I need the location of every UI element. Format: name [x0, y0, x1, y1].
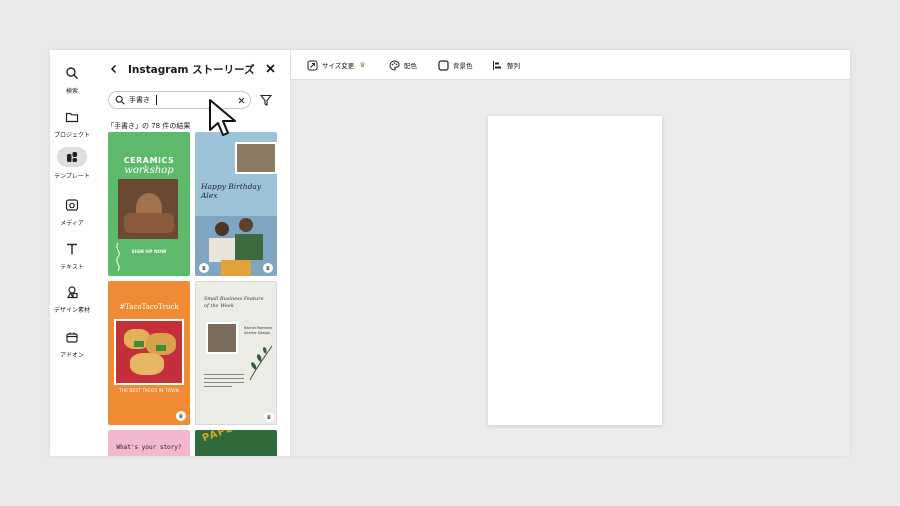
- resize-icon: [307, 60, 318, 70]
- pro-badge-icon: ♛: [263, 263, 273, 273]
- template-heading: Small Business Feature of the Week: [204, 296, 264, 309]
- side-rail: 検索 プロジェクト テンプレート メディア テキスト デザイン素材 アドオン: [50, 50, 94, 456]
- template-tagline: THE BEST TACOS IN TOWN: [119, 389, 179, 394]
- background-color-button[interactable]: 背景色: [438, 59, 473, 71]
- premium-crown-icon: ♛: [359, 61, 366, 69]
- rail-label-media: メディア: [60, 220, 84, 227]
- text-caret: [156, 95, 157, 105]
- design-canvas-page[interactable]: [488, 116, 662, 425]
- close-icon[interactable]: [264, 62, 277, 75]
- shapes-icon: [66, 286, 78, 299]
- results-count: 「手書き」の 78 件の結果: [107, 122, 191, 130]
- back-icon[interactable]: [108, 63, 120, 75]
- app-window: 検索 プロジェクト テンプレート メディア テキスト デザイン素材 アドオン I…: [50, 50, 850, 456]
- rail-label-design-elements: デザイン素材: [53, 307, 90, 314]
- addon-icon: [66, 332, 78, 343]
- template-card-taco[interactable]: #TacoTacoTruck THE BEST TACOS IN TOWN ♛: [108, 281, 190, 425]
- template-heading: What's your story?: [116, 444, 182, 451]
- pro-badge-icon: ♛: [264, 412, 274, 422]
- folder-icon: [65, 112, 79, 123]
- templates-icon: [67, 152, 77, 162]
- rail-item-design-elements[interactable]: デザイン素材: [50, 281, 94, 321]
- pro-badge-icon: ♛: [199, 263, 209, 273]
- background-color-label: 背景色: [453, 62, 473, 70]
- rail-label-projects: プロジェクト: [53, 132, 90, 139]
- rail-item-addons[interactable]: アドオン: [50, 326, 94, 366]
- media-icon: [65, 199, 79, 211]
- background-color-icon: [438, 59, 449, 71]
- top-toolbar: サイズ変更 ♛ 配色 背景色 整列: [291, 50, 850, 80]
- rail-label-addons: アドオン: [59, 352, 84, 359]
- resize-label: サイズ変更: [322, 62, 355, 70]
- template-card-ceramics[interactable]: CERAMICS workshop SIGN UP NOW: [108, 132, 190, 276]
- palette-icon: [389, 59, 400, 71]
- template-photo: [206, 322, 238, 354]
- template-card-birthday[interactable]: Happy Birthday Alex ♛ ♛: [195, 132, 277, 276]
- resize-button[interactable]: サイズ変更 ♛: [307, 59, 366, 71]
- filter-icon[interactable]: [260, 94, 272, 106]
- template-script: Happy Birthday Alex: [201, 182, 262, 200]
- leaf-decoration: [249, 345, 273, 381]
- template-body-text: [204, 374, 244, 394]
- rail-item-projects[interactable]: プロジェクト: [50, 106, 94, 146]
- template-heading: CERAMICS: [123, 156, 175, 165]
- rail-label-templates: テンプレート: [54, 173, 90, 180]
- template-card-story[interactable]: What's your story?: [108, 430, 190, 456]
- color-scheme-label: 配色: [404, 62, 417, 70]
- template-name: Rachel Martinez Interior Design: [244, 326, 273, 335]
- template-script: workshop: [124, 165, 174, 176]
- template-heading: PAPER GREEN: [201, 430, 277, 444]
- align-left-icon: [493, 60, 501, 70]
- template-heading: #TacoTacoTruck: [119, 303, 179, 311]
- rail-item-templates[interactable]: テンプレート: [50, 147, 94, 187]
- rail-item-media[interactable]: メディア: [50, 194, 94, 234]
- template-card-paper-green[interactable]: PAPER GREEN: [195, 430, 277, 456]
- pro-badge-icon: ♛: [176, 411, 186, 421]
- template-photo-small: [235, 142, 277, 174]
- template-photo: [114, 319, 184, 385]
- template-card-small-business[interactable]: Small Business Feature of the Week Rache…: [195, 281, 277, 425]
- rail-item-search[interactable]: 検索: [50, 62, 94, 102]
- panel-title: Instagram ストーリーズ: [128, 64, 255, 76]
- rail-item-text[interactable]: テキスト: [50, 238, 94, 278]
- templates-panel: Instagram ストーリーズ 「手書き」の 78 件の結果 CERAMICS…: [94, 50, 291, 456]
- template-photo: [118, 179, 178, 239]
- squiggle-decoration: [116, 242, 120, 272]
- rail-active-indicator: [57, 147, 87, 167]
- color-scheme-button[interactable]: 配色: [389, 59, 417, 71]
- rail-label-text: テキスト: [60, 264, 84, 271]
- align-button[interactable]: 整列: [492, 59, 520, 71]
- search-icon: [115, 95, 125, 105]
- template-cta: SIGN UP NOW: [131, 250, 167, 255]
- search-icon: [66, 67, 78, 79]
- text-icon: [67, 243, 77, 255]
- align-label: 整列: [507, 62, 520, 70]
- mouse-cursor-icon: [209, 99, 236, 136]
- rail-label-search: 検索: [65, 88, 78, 95]
